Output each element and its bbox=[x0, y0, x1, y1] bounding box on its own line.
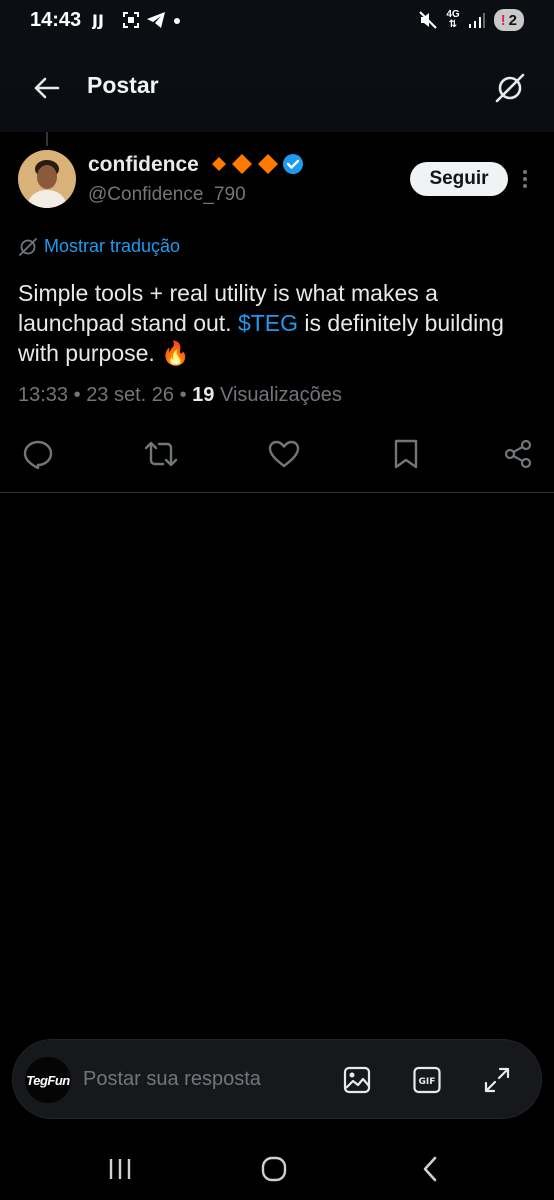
recent-apps-button[interactable] bbox=[100, 1152, 140, 1186]
show-translation-link[interactable]: Mostrar tradução bbox=[18, 236, 180, 257]
status-time: 14:43 bbox=[30, 9, 82, 31]
repost-button[interactable] bbox=[141, 434, 181, 474]
chevron-left-icon bbox=[423, 1156, 437, 1182]
expand-composer-button[interactable] bbox=[479, 1062, 515, 1098]
reply-icon bbox=[23, 440, 53, 470]
reply-input[interactable]: Postar sua resposta bbox=[83, 1068, 261, 1091]
expand-icon bbox=[484, 1067, 510, 1093]
svg-text:JJ: JJ bbox=[92, 11, 104, 29]
image-icon bbox=[343, 1066, 371, 1094]
post-meta: 13:33 • 23 set. 26 • 19 Visualizações bbox=[18, 384, 342, 407]
page-title: Postar bbox=[87, 72, 159, 98]
home-button[interactable] bbox=[254, 1152, 294, 1186]
follow-button[interactable]: Seguir bbox=[410, 162, 508, 196]
mute-icon bbox=[419, 11, 438, 29]
bookmark-button[interactable] bbox=[386, 434, 426, 474]
post-time[interactable]: 13:33 bbox=[18, 384, 68, 406]
views-count: 19 bbox=[192, 384, 215, 406]
add-gif-button[interactable]: GIF bbox=[409, 1062, 445, 1098]
post-date[interactable]: 23 set. 26 bbox=[86, 384, 174, 406]
cashtag-link[interactable]: $TEG bbox=[238, 310, 298, 336]
share-button[interactable] bbox=[498, 434, 538, 474]
heart-icon bbox=[268, 440, 300, 468]
bookmark-icon bbox=[394, 439, 418, 469]
verified-badge-icon bbox=[283, 154, 303, 174]
grok-button[interactable] bbox=[490, 68, 530, 108]
svg-text:GIF: GIF bbox=[419, 1077, 436, 1087]
signal-icon bbox=[468, 13, 485, 28]
avatar-portrait-icon bbox=[18, 150, 76, 208]
diamond-icon bbox=[258, 154, 278, 174]
add-image-button[interactable] bbox=[339, 1062, 375, 1098]
more-dot bbox=[523, 184, 527, 188]
screenshot-icon bbox=[123, 12, 139, 28]
like-button[interactable] bbox=[264, 434, 304, 474]
network-indicator: 4G ⇅ bbox=[446, 9, 460, 30]
arrow-left-icon bbox=[34, 77, 60, 99]
back-button[interactable] bbox=[26, 70, 66, 106]
divider bbox=[0, 492, 554, 493]
author-handle[interactable]: @Confidence_790 bbox=[88, 184, 246, 206]
post-text: Simple tools + real utility is what make… bbox=[18, 278, 538, 368]
gif-icon: GIF bbox=[413, 1066, 441, 1094]
thread-connector bbox=[46, 132, 48, 146]
more-dot bbox=[523, 170, 527, 174]
author-name[interactable]: confidence bbox=[88, 153, 199, 177]
system-back-button[interactable] bbox=[410, 1152, 450, 1186]
more-dot bbox=[523, 177, 527, 181]
grok-icon bbox=[19, 237, 37, 256]
top-app-bar: Postar bbox=[0, 44, 554, 132]
meta-separator: • bbox=[68, 384, 87, 406]
system-navigation-bar bbox=[0, 1136, 554, 1200]
recent-apps-icon bbox=[109, 1159, 131, 1179]
notification-badge: ! 2 bbox=[493, 9, 524, 31]
author-avatar[interactable] bbox=[18, 150, 76, 208]
home-icon bbox=[261, 1156, 287, 1182]
share-icon bbox=[504, 439, 532, 469]
grok-icon bbox=[495, 73, 525, 103]
reply-avatar: TegFun bbox=[25, 1057, 71, 1103]
diamond-icon bbox=[232, 154, 252, 174]
dot-icon bbox=[174, 18, 180, 24]
app-notification-icon: JJ bbox=[92, 11, 104, 29]
diamond-icon bbox=[212, 157, 226, 171]
status-left-icons: JJ bbox=[92, 11, 182, 29]
views-label: Visualizações bbox=[219, 384, 342, 406]
more-options-button[interactable] bbox=[518, 166, 532, 192]
post-actions bbox=[0, 434, 554, 474]
repost-icon bbox=[144, 441, 178, 467]
telegram-icon bbox=[147, 12, 165, 28]
reply-composer[interactable]: TegFun Postar sua resposta GIF bbox=[12, 1039, 542, 1119]
author-badges bbox=[210, 152, 304, 176]
show-translation-label: Mostrar tradução bbox=[44, 236, 181, 256]
meta-separator: • bbox=[174, 384, 193, 406]
status-bar: 14:43 JJ 4G ⇅ ! 2 bbox=[0, 0, 554, 44]
reply-avatar-logo: TegFun bbox=[26, 1072, 70, 1088]
reply-button[interactable] bbox=[18, 434, 58, 474]
status-right-icons: 4G ⇅ ! 2 bbox=[418, 9, 524, 31]
